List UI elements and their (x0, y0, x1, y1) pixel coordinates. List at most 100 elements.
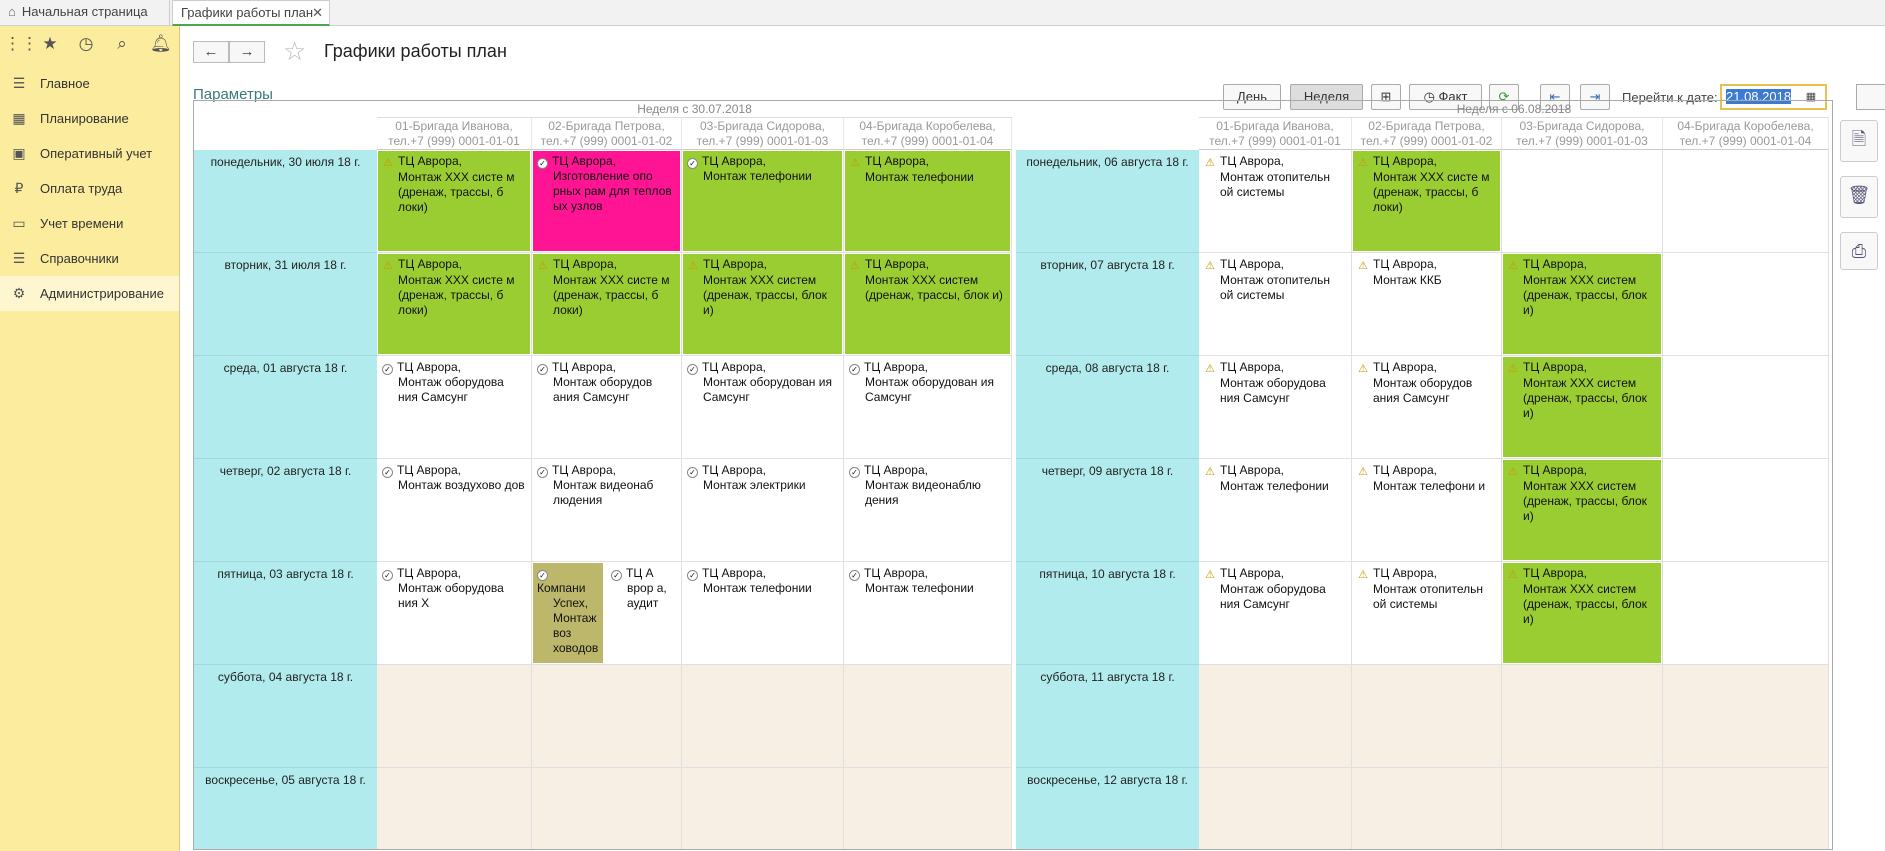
event-work: Монтаж оборудов ания Самсунг (553, 375, 653, 404)
star-icon[interactable]: ★ (40, 34, 60, 54)
event-card[interactable]: ✓ ТЦ Аврора, Монтаж видеонаб людения (533, 460, 680, 560)
forward-button[interactable]: → (229, 41, 265, 63)
event-card[interactable]: ⚠ ТЦ Аврора, Монтаж XXX систе м (дренаж, т… (378, 151, 530, 251)
schedule-cell[interactable] (682, 665, 844, 768)
warning-icon: ⚠ (1508, 569, 1518, 581)
event-card[interactable]: ⚠ ТЦ Аврора, Монтаж ККБ (1353, 254, 1500, 354)
sidebar-item-0[interactable]: ☰ Главное (0, 66, 179, 101)
warning-icon: ⚠ (383, 157, 393, 169)
sidebar-item-1[interactable]: ▦ Планирование (0, 101, 179, 136)
event-card[interactable]: ⚠ ТЦ Аврора, Монтаж XXX систе м (дренаж, т… (378, 254, 530, 354)
event-work: Монтаж оборудова ния X (398, 581, 504, 610)
schedule-cell[interactable] (1663, 768, 1829, 849)
event-work: Монтаж электрики (703, 478, 806, 492)
schedule-cell[interactable] (844, 665, 1012, 768)
calendar-settings-button[interactable] (1856, 84, 1885, 110)
search-icon[interactable]: ⌕ (112, 34, 132, 54)
event-card[interactable]: ⚠ ТЦ Аврора, Монтаж отопительн ой системы (1200, 151, 1350, 251)
schedule-cell[interactable] (1352, 768, 1502, 849)
close-icon[interactable]: ✕ (312, 1, 323, 25)
schedule-cell[interactable] (1663, 253, 1829, 356)
back-button[interactable]: ← (193, 41, 229, 63)
event-card[interactable]: ✓ ТЦ Аврора, Монтаж телефонии (683, 151, 842, 251)
event-card[interactable]: ✓ ТЦ Аврор а, аудит (607, 563, 680, 663)
tab-schedule[interactable]: Графики работы план ✕ (172, 0, 330, 26)
event-object: ТЦ Аврора, (1523, 360, 1587, 374)
event-card[interactable]: ✓ ТЦ Аврора, Монтаж воздухово дов (378, 460, 530, 560)
schedule-cell[interactable] (1663, 459, 1829, 562)
event-card[interactable]: ✓Компани Успех, Монтаж воз ховодов (533, 563, 603, 663)
schedule-cell[interactable] (532, 665, 682, 768)
event-card[interactable]: ⚠ ТЦ Аврора, Монтаж телефонии (845, 151, 1010, 251)
event-card[interactable]: ✓ ТЦ Аврора, Монтаж электрики (683, 460, 842, 560)
apps-grid-icon[interactable]: ⋮⋮ (4, 34, 38, 54)
new-document-button[interactable]: 🗎︎ (1840, 120, 1878, 162)
bell-icon[interactable]: 🔔︎ (150, 34, 172, 54)
schedule-cell[interactable] (1199, 665, 1352, 768)
event-card[interactable]: ✓ ТЦ Аврора, Монтаж видеонаблю дения (845, 460, 1010, 560)
trash-button[interactable]: 🗑︎ (1840, 176, 1878, 218)
event-card[interactable]: ⚠ ТЦ Аврора, Монтаж телефонии (1200, 460, 1350, 560)
print-button[interactable]: ⎙ (1840, 232, 1878, 270)
event-card[interactable]: ⚠ ТЦ Аврора, Монтаж XXX систе м (дренаж, т… (533, 254, 680, 354)
schedule-cell[interactable] (1663, 562, 1829, 665)
event-card[interactable]: ✓ ТЦ Аврора, Монтаж оборудова ния X (378, 563, 530, 663)
history-icon[interactable]: ◷ (76, 34, 96, 54)
schedule-cell[interactable] (377, 665, 532, 768)
schedule-cell[interactable] (1663, 150, 1829, 253)
event-card[interactable]: ✓ ТЦ Аврора, Монтаж оборудов ания Самсунг (533, 357, 680, 457)
sidebar-item-5[interactable]: ☰ Справочники (0, 241, 179, 276)
favorite-star-icon[interactable]: ☆ (283, 36, 306, 67)
schedule-cell[interactable] (1663, 665, 1829, 768)
event-card[interactable]: ⚠ ТЦ Аврора, Монтаж XXX систем (дренаж, тр… (845, 254, 1010, 354)
sidebar-item-3[interactable]: ₽ Оплата труда (0, 171, 179, 206)
event-card[interactable]: ✓ ТЦ Аврора, Изготовление опо рных рам для… (533, 151, 680, 251)
event-card[interactable]: ⚠ ТЦ Аврора, Монтаж XXX систе м (дренаж, т… (1353, 151, 1500, 251)
event-card[interactable]: ✓ ТЦ Аврора, Монтаж телефонии (683, 563, 842, 663)
event-card[interactable]: ⚠ ТЦ Аврора, Монтаж оборудова ния Самсунг (1200, 563, 1350, 663)
event-object: ТЦ Аврора, (1373, 463, 1437, 477)
warning-icon: ⚠ (1358, 363, 1368, 375)
schedule-cell[interactable] (1502, 150, 1663, 253)
event-work: Монтаж XXX систем (дренаж, трассы, блок … (1523, 479, 1647, 523)
event-card[interactable]: ⚠ ТЦ Аврора, Монтаж телефони и (1353, 460, 1500, 560)
schedule-cell[interactable] (532, 768, 682, 849)
event-card[interactable]: ✓ ТЦ Аврора, Монтаж оборудован ия Самсунг (845, 357, 1010, 457)
event-card[interactable]: ⚠ ТЦ Аврора, Монтаж XXX систем (дренаж, тр… (683, 254, 842, 354)
schedule-cell[interactable] (844, 768, 1012, 849)
sidebar-item-6[interactable]: ⚙ Администрирование (0, 276, 179, 311)
schedule-cell[interactable] (1663, 356, 1829, 459)
schedule-cell[interactable] (1352, 665, 1502, 768)
warning-icon: ⚠ (1508, 260, 1518, 272)
sidebar-item-2[interactable]: ▣ Оперативный учет (0, 136, 179, 171)
event-card[interactable]: ✓ ТЦ Аврора, Монтаж оборудован ия Самсунг (683, 357, 842, 457)
event-card[interactable]: ✓ ТЦ Аврора, Монтаж телефонии (845, 563, 1010, 663)
event-card[interactable]: ⚠ ТЦ Аврора, Монтаж оборудова ния Самсунг (1200, 357, 1350, 457)
schedule-cell[interactable] (1502, 665, 1663, 768)
sidebar-item-4[interactable]: ▭ Учет времени (0, 206, 179, 241)
menu-icon: ☰ (12, 75, 26, 91)
schedule-cell[interactable] (682, 768, 844, 849)
event-card[interactable]: ⚠ ТЦ Аврора, Монтаж оборудов ания Самсунг (1353, 357, 1500, 457)
event-object: ТЦ Аврора, (398, 154, 462, 168)
day-label: воскресенье, 12 августа 18 г. (1016, 768, 1199, 849)
event-card[interactable]: ⚠ ТЦ Аврора, Монтаж XXX систем (дренаж, тр… (1503, 254, 1661, 354)
event-object: ТЦ Аврора, (1373, 154, 1437, 168)
week-header: Неделя с 30.07.2018 (377, 101, 1012, 118)
schedule-cell[interactable] (1199, 768, 1352, 849)
event-card[interactable]: ⚠ ТЦ Аврора, Монтаж отопительн ой системы (1200, 254, 1350, 354)
day-label: суббота, 04 августа 18 г. (194, 665, 377, 768)
tab-home[interactable]: ⌂ Начальная страница (0, 0, 170, 26)
event-card[interactable]: ⚠ ТЦ Аврора, Монтаж XXX систем (дренаж, тр… (1503, 357, 1661, 457)
tab-home-label: Начальная страница (21, 4, 148, 19)
event-work: Монтаж XXX систе м (дренаж, трассы, б ло… (398, 273, 515, 317)
event-work: Монтаж оборудова ния Самсунг (1220, 582, 1326, 611)
event-card[interactable]: ⚠ ТЦ Аврора, Монтаж отопительн ой системы (1353, 563, 1500, 663)
event-card[interactable]: ⚠ ТЦ Аврора, Монтаж XXX систем (дренаж, тр… (1503, 460, 1661, 560)
event-card[interactable]: ✓ ТЦ Аврора, Монтаж оборудова ния Самсунг (378, 357, 530, 457)
schedule-cell[interactable] (377, 768, 532, 849)
event-object: ТЦ Аврора, (397, 463, 461, 477)
event-object: ТЦ Аврора, (1523, 257, 1587, 271)
event-card[interactable]: ⚠ ТЦ Аврора, Монтаж XXX систем (дренаж, тр… (1503, 563, 1661, 663)
schedule-cell[interactable] (1502, 768, 1663, 849)
